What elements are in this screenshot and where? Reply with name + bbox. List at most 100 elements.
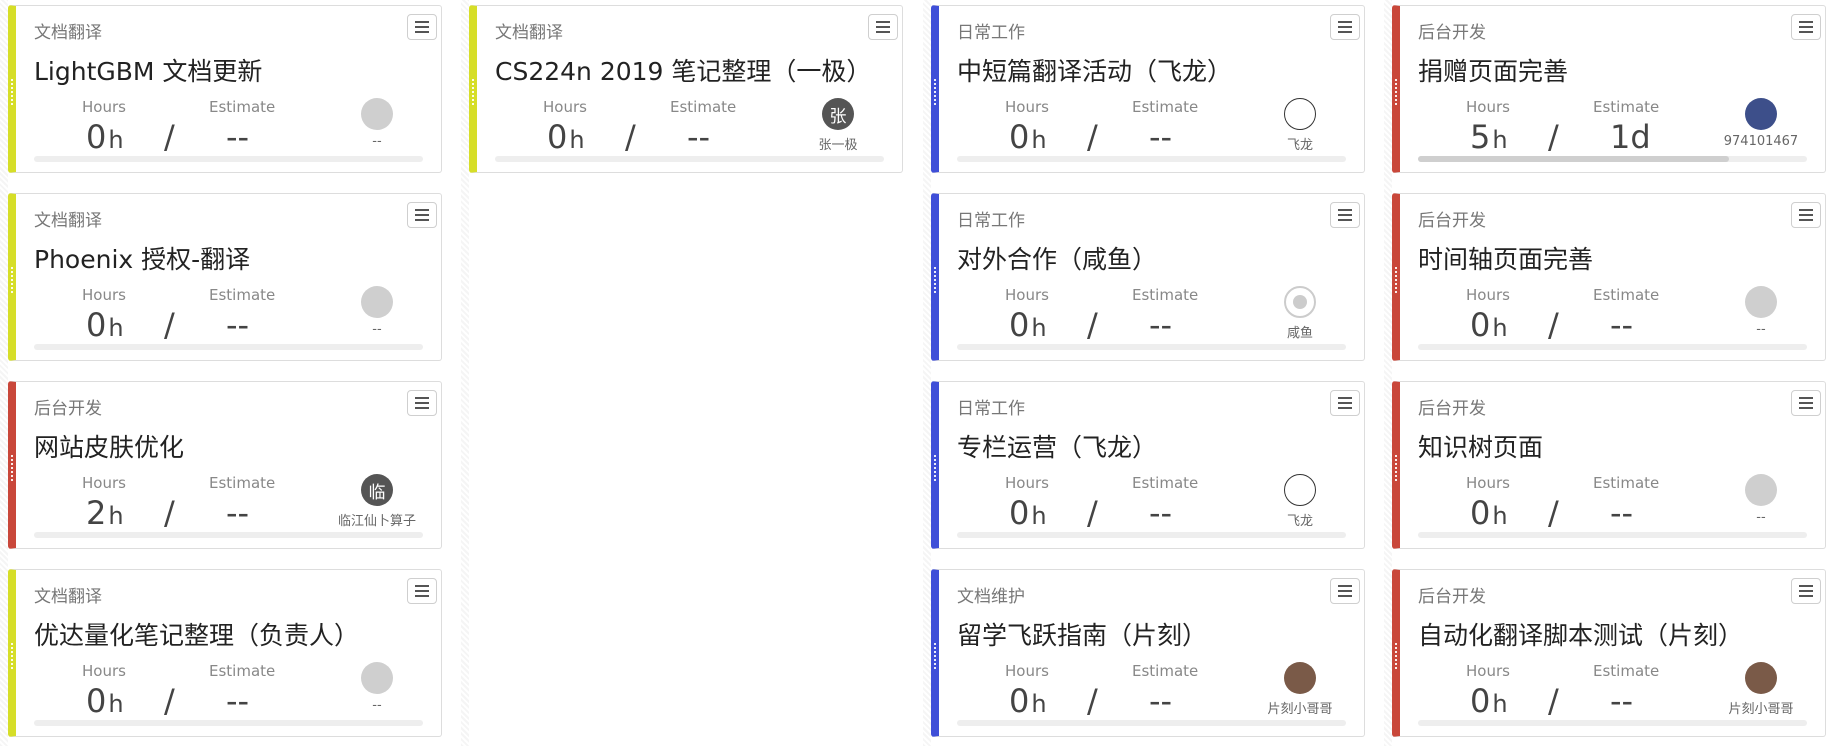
task-card[interactable]: 后台开发 自动化翻译脚本测试（片刻） Hours Estimate 0h / -- 片刻小哥哥 — [1392, 569, 1826, 737]
drag-handle-icon[interactable] — [471, 78, 475, 106]
task-card[interactable]: 文档翻译 LightGBM 文档更新 Hours Estimate 0h / -- -- — [8, 5, 442, 173]
task-card[interactable]: 后台开发 捐赠页面完善 Hours Estimate 5h / 1d 974101467 — [1392, 5, 1826, 173]
card-menu-button[interactable] — [1330, 14, 1360, 40]
hamburger-icon — [415, 26, 429, 28]
hours-value: 0h — [86, 118, 124, 156]
card-title[interactable]: 专栏运营（飞龙） — [957, 428, 1157, 464]
hours-value: 0h — [1470, 494, 1508, 532]
card-menu-button[interactable] — [407, 14, 437, 40]
card-title[interactable]: LightGBM 文档更新 — [34, 52, 262, 88]
hours-number: 0 — [86, 306, 107, 344]
estimate-value: -- — [1149, 118, 1173, 156]
assignee[interactable]: -- — [322, 286, 432, 337]
task-card[interactable]: 后台开发 网站皮肤优化 Hours Estimate 2h / -- 临临江仙卜算子 — [8, 381, 442, 549]
drag-handle-icon[interactable] — [1394, 642, 1398, 670]
card-menu-button[interactable] — [1791, 14, 1821, 40]
card-title[interactable]: 自动化翻译脚本测试（片刻） — [1418, 616, 1743, 652]
task-card[interactable]: 文档翻译 CS224n 2019 笔记整理（一极） Hours Estimate 0h /… — [469, 5, 903, 173]
task-card[interactable]: 后台开发 时间轴页面完善 Hours Estimate 0h / -- -- — [1392, 193, 1826, 361]
card-menu-button[interactable] — [1791, 390, 1821, 416]
assignee[interactable]: 974101467 — [1706, 98, 1816, 149]
drag-handle-icon[interactable] — [933, 78, 937, 106]
assignee-name: -- — [372, 698, 382, 713]
assignee[interactable]: 张张一极 — [783, 98, 893, 153]
separator-slash: / — [164, 118, 175, 156]
drag-handle-icon[interactable] — [933, 266, 937, 294]
card-menu-button[interactable] — [1791, 202, 1821, 228]
card-category: 后台开发 — [1418, 211, 1486, 231]
task-card[interactable]: 文档翻译 优达量化笔记整理（负责人） Hours Estimate 0h / -- -- — [8, 569, 442, 737]
task-card[interactable]: 文档翻译 Phoenix 授权-翻译 Hours Estimate 0h / -- -- — [8, 193, 442, 361]
assignee[interactable]: 飞龙 — [1245, 474, 1355, 529]
estimate-label: Estimate — [1593, 474, 1660, 492]
assignee[interactable]: 片刻小哥哥 — [1245, 662, 1355, 717]
hours-unit: h — [569, 126, 585, 154]
card-menu-button[interactable] — [1330, 390, 1360, 416]
card-title[interactable]: 留学飞跃指南（片刻） — [957, 616, 1207, 652]
card-title[interactable]: 时间轴页面完善 — [1418, 240, 1593, 276]
drag-handle-icon[interactable] — [10, 642, 14, 670]
task-card[interactable]: 日常工作 专栏运营（飞龙） Hours Estimate 0h / -- 飞龙 — [931, 381, 1365, 549]
card-title[interactable]: 优达量化笔记整理（负责人） — [34, 616, 359, 652]
hours-unit: h — [108, 126, 124, 154]
card-title[interactable]: 捐赠页面完善 — [1418, 52, 1568, 88]
card-title[interactable]: 中短篇翻译活动（飞龙） — [957, 52, 1232, 88]
drag-handle-icon[interactable] — [1394, 454, 1398, 482]
progress-bar — [957, 344, 1346, 350]
drag-handle-icon[interactable] — [1394, 266, 1398, 294]
separator-slash: / — [1087, 118, 1098, 156]
avatar — [1745, 474, 1777, 506]
avatar: 张 — [822, 98, 854, 130]
task-card[interactable]: 日常工作 中短篇翻译活动（飞龙） Hours Estimate 0h / -- 飞龙 — [931, 5, 1365, 173]
estimate-label: Estimate — [1593, 662, 1660, 680]
drag-handle-icon[interactable] — [10, 266, 14, 294]
assignee-name: 974101467 — [1723, 134, 1799, 149]
estimate-value: -- — [226, 118, 250, 156]
progress-bar — [495, 156, 884, 162]
separator-slash: / — [1548, 306, 1559, 344]
card-menu-button[interactable] — [407, 578, 437, 604]
assignee[interactable]: 临临江仙卜算子 — [322, 474, 432, 529]
card-title[interactable]: 对外合作（咸鱼） — [957, 240, 1157, 276]
task-card[interactable]: 后台开发 知识树页面 Hours Estimate 0h / -- -- — [1392, 381, 1826, 549]
drag-handle-icon[interactable] — [10, 454, 14, 482]
card-title[interactable]: 知识树页面 — [1418, 428, 1543, 464]
assignee[interactable]: -- — [322, 662, 432, 713]
hamburger-icon — [415, 590, 429, 592]
assignee[interactable]: 片刻小哥哥 — [1706, 662, 1816, 717]
card-category: 文档翻译 — [34, 211, 102, 231]
hours-value: 0h — [1009, 306, 1047, 344]
assignee[interactable]: -- — [1706, 286, 1816, 337]
drag-handle-icon[interactable] — [933, 454, 937, 482]
card-title[interactable]: Phoenix 授权-翻译 — [34, 240, 250, 276]
assignee[interactable]: -- — [322, 98, 432, 149]
card-menu-button[interactable] — [407, 390, 437, 416]
hours-label: Hours — [82, 286, 126, 304]
card-menu-button[interactable] — [1330, 578, 1360, 604]
card-menu-button[interactable] — [407, 202, 437, 228]
hours-label: Hours — [82, 474, 126, 492]
hours-value: 0h — [1009, 494, 1047, 532]
avatar: 临 — [361, 474, 393, 506]
separator-slash: / — [1548, 494, 1559, 532]
task-card[interactable]: 日常工作 对外合作（咸鱼） Hours Estimate 0h / -- 咸鱼 — [931, 193, 1365, 361]
avatar — [361, 662, 393, 694]
drag-handle-icon[interactable] — [933, 642, 937, 670]
card-title[interactable]: 网站皮肤优化 — [34, 428, 184, 464]
progress-fill — [1418, 156, 1730, 162]
card-menu-button[interactable] — [1330, 202, 1360, 228]
card-category: 日常工作 — [957, 211, 1025, 231]
hamburger-icon — [1799, 26, 1813, 28]
card-menu-button[interactable] — [868, 14, 898, 40]
assignee[interactable]: 飞龙 — [1245, 98, 1355, 153]
card-title[interactable]: CS224n 2019 笔记整理（一极） — [495, 52, 871, 88]
drag-handle-icon[interactable] — [1394, 78, 1398, 106]
drag-handle-icon[interactable] — [10, 78, 14, 106]
assignee[interactable]: -- — [1706, 474, 1816, 525]
hours-value: 0h — [1470, 306, 1508, 344]
assignee[interactable]: 咸鱼 — [1245, 286, 1355, 341]
task-card[interactable]: 文档维护 留学飞跃指南（片刻） Hours Estimate 0h / -- 片刻小哥哥 — [931, 569, 1365, 737]
hours-unit: h — [1492, 690, 1508, 718]
avatar — [1284, 474, 1316, 506]
card-menu-button[interactable] — [1791, 578, 1821, 604]
